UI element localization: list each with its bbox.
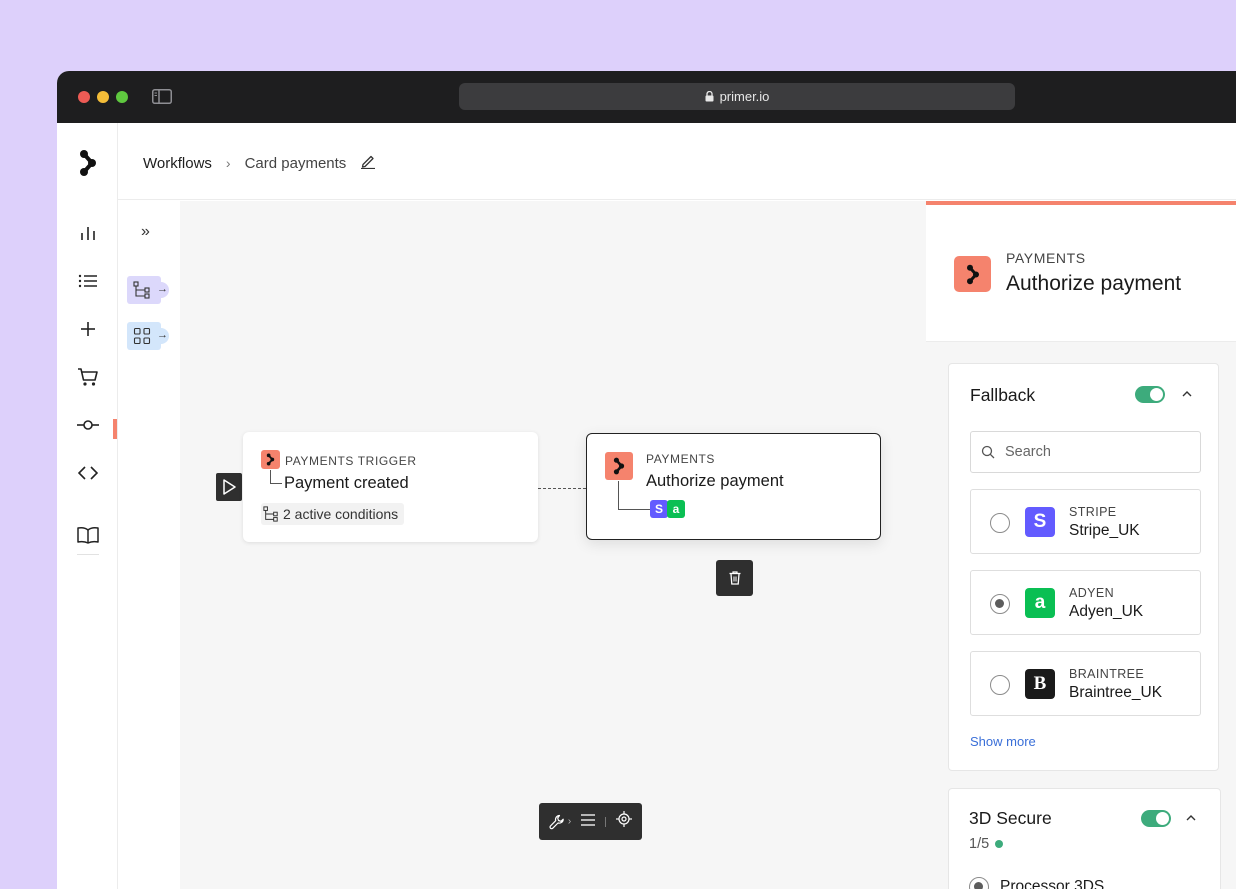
branch-icon bbox=[263, 506, 278, 522]
chart-icon[interactable] bbox=[76, 221, 100, 245]
search-placeholder: Search bbox=[1005, 444, 1051, 460]
cart-icon[interactable] bbox=[76, 365, 100, 389]
wrench-icon[interactable]: › bbox=[549, 814, 571, 830]
processor-kicker: BRAINTREE bbox=[1069, 667, 1145, 681]
processor-option-braintree[interactable]: B BRAINTREE Braintree_UK bbox=[970, 651, 1201, 716]
three-ds-title: 3D Secure bbox=[969, 808, 1052, 828]
processor-name: Braintree_UK bbox=[1069, 684, 1163, 701]
status-dot bbox=[995, 840, 1004, 848]
nav-divider bbox=[77, 554, 99, 555]
three-ds-radio[interactable] bbox=[969, 877, 989, 889]
show-more-link[interactable]: Show more bbox=[970, 734, 1036, 749]
three-ds-option[interactable]: Processor 3DS bbox=[969, 877, 1104, 889]
processor-radio[interactable] bbox=[990, 513, 1010, 533]
primer-logo-icon bbox=[605, 452, 633, 480]
add-condition-tool[interactable]: → bbox=[127, 276, 169, 304]
expand-toolstrip-button[interactable]: » bbox=[141, 223, 150, 241]
url-text: primer.io bbox=[719, 89, 770, 104]
stripe-logo-icon: S bbox=[650, 500, 668, 518]
action-node-title: Authorize payment bbox=[646, 472, 784, 490]
grid-icon bbox=[133, 327, 151, 345]
trash-icon bbox=[729, 571, 740, 585]
code-icon[interactable] bbox=[76, 461, 100, 485]
play-button[interactable] bbox=[216, 473, 242, 501]
fallback-card: Fallback Search S STRIPE Stripe_UK a ADY… bbox=[948, 363, 1219, 771]
processor-option-adyen[interactable]: a ADYEN Adyen_UK bbox=[970, 570, 1201, 635]
browser-titlebar: primer.io bbox=[57, 71, 1236, 123]
recenter-icon[interactable] bbox=[616, 811, 633, 832]
trigger-node-kicker: PAYMENTS TRIGGER bbox=[285, 454, 417, 468]
list-icon[interactable] bbox=[76, 269, 100, 293]
fallback-title: Fallback bbox=[970, 385, 1036, 405]
action-node-kicker: PAYMENTS bbox=[646, 452, 716, 466]
branch-icon bbox=[133, 281, 150, 299]
plus-icon[interactable] bbox=[76, 317, 100, 341]
three-ds-card: 3D Secure 1/5 Processor 3DS bbox=[948, 788, 1221, 889]
panel-kicker: PAYMENTS bbox=[1006, 250, 1086, 266]
tree-connector bbox=[270, 470, 282, 484]
processor-name: Stripe_UK bbox=[1069, 522, 1140, 539]
panel-title: Authorize payment bbox=[1006, 272, 1182, 295]
address-bar[interactable]: primer.io bbox=[459, 83, 1015, 110]
three-ds-count: 1/5 bbox=[969, 836, 1004, 852]
arrow-right-icon: → bbox=[157, 329, 168, 341]
processor-radio[interactable] bbox=[990, 675, 1010, 695]
node-settings-panel: PAYMENTS Authorize payment Fallback Sear… bbox=[926, 201, 1236, 889]
processor-radio[interactable] bbox=[990, 594, 1010, 614]
minimize-window-button[interactable] bbox=[97, 91, 109, 103]
delete-node-button[interactable] bbox=[716, 560, 753, 596]
braintree-logo-icon: B bbox=[1025, 669, 1055, 699]
chevron-up-icon[interactable] bbox=[1182, 386, 1192, 400]
workflow-canvas[interactable]: PAYMENTS TRIGGER Payment created 2 activ… bbox=[180, 201, 926, 889]
canvas-toolstrip: » → → bbox=[118, 201, 180, 889]
stripe-logo-icon: S bbox=[1025, 507, 1055, 537]
fallback-toggle[interactable] bbox=[1135, 386, 1165, 403]
breadcrumb-separator: › bbox=[225, 155, 231, 171]
three-ds-toggle[interactable] bbox=[1141, 810, 1171, 827]
breadcrumb-workflows[interactable]: Workflows bbox=[143, 155, 212, 172]
maximize-window-button[interactable] bbox=[116, 91, 128, 103]
book-icon[interactable] bbox=[76, 523, 100, 547]
processor-kicker: STRIPE bbox=[1069, 505, 1117, 519]
trigger-node-title: Payment created bbox=[284, 474, 409, 492]
canvas-bottom-toolbar: › bbox=[539, 803, 642, 840]
chevron-up-icon[interactable] bbox=[1186, 810, 1196, 824]
browser-window: primer.io Workflows › Card payments » → … bbox=[57, 71, 1236, 889]
arrow-right-icon: → bbox=[157, 283, 168, 295]
conditions-chip[interactable]: 2 active conditions bbox=[261, 503, 405, 525]
primer-logo-icon bbox=[261, 450, 280, 469]
toolbar-divider bbox=[605, 816, 607, 827]
three-ds-option-label: Processor 3DS bbox=[1000, 878, 1105, 889]
sidebar-toggle-icon[interactable] bbox=[152, 89, 172, 104]
breadcrumb: Workflows › Card payments bbox=[143, 153, 376, 173]
conditions-label: 2 active conditions bbox=[283, 506, 399, 522]
close-window-button[interactable] bbox=[78, 91, 90, 103]
commit-icon[interactable] bbox=[76, 413, 100, 437]
menu-icon[interactable] bbox=[581, 813, 596, 831]
processor-option-stripe[interactable]: S STRIPE Stripe_UK bbox=[970, 489, 1201, 554]
processor-kicker: ADYEN bbox=[1069, 586, 1115, 600]
authorize-payment-node[interactable]: PAYMENTS Authorize payment S a bbox=[586, 433, 881, 540]
edit-pencil-icon[interactable] bbox=[360, 153, 376, 173]
active-nav-indicator bbox=[113, 419, 117, 439]
chevron-right-icon: › bbox=[567, 816, 572, 827]
breadcrumb-current: Card payments bbox=[244, 154, 347, 172]
adyen-logo-icon: a bbox=[1025, 588, 1055, 618]
app-nav-rail bbox=[57, 123, 118, 889]
tree-connector bbox=[618, 481, 650, 510]
three-ds-count-label: 1/5 bbox=[969, 836, 990, 852]
lock-icon bbox=[705, 91, 714, 102]
play-icon bbox=[223, 479, 236, 495]
primer-logo-icon[interactable] bbox=[76, 150, 100, 176]
search-icon bbox=[981, 445, 995, 459]
page-header: Workflows › Card payments bbox=[118, 123, 1236, 200]
primer-logo-icon bbox=[954, 256, 991, 292]
trigger-node[interactable]: PAYMENTS TRIGGER Payment created 2 activ… bbox=[243, 432, 538, 542]
node-connector-line bbox=[538, 488, 586, 489]
processor-name: Adyen_UK bbox=[1069, 603, 1144, 620]
add-action-tool[interactable]: → bbox=[127, 322, 169, 350]
adyen-logo-icon: a bbox=[667, 500, 685, 518]
processor-search-input[interactable]: Search bbox=[970, 431, 1201, 473]
panel-header: PAYMENTS Authorize payment bbox=[926, 205, 1236, 342]
